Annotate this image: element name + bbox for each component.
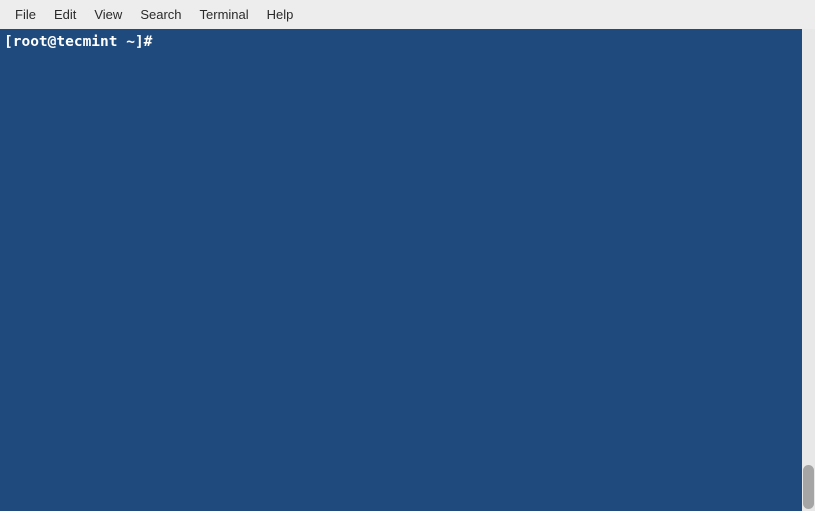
menu-search[interactable]: Search xyxy=(131,3,190,26)
menu-terminal[interactable]: Terminal xyxy=(191,3,258,26)
menubar: File Edit View Search Terminal Help xyxy=(0,0,815,29)
terminal-wrapper: [root@tecmint ~]# xyxy=(0,29,815,511)
menu-help[interactable]: Help xyxy=(258,3,303,26)
terminal-prompt: [root@tecmint ~]# xyxy=(4,34,161,50)
menu-view[interactable]: View xyxy=(85,3,131,26)
menu-file[interactable]: File xyxy=(6,3,45,26)
scrollbar[interactable] xyxy=(802,29,815,511)
menu-edit[interactable]: Edit xyxy=(45,3,85,26)
terminal-area[interactable]: [root@tecmint ~]# xyxy=(0,29,802,511)
scrollbar-thumb[interactable] xyxy=(803,465,814,509)
